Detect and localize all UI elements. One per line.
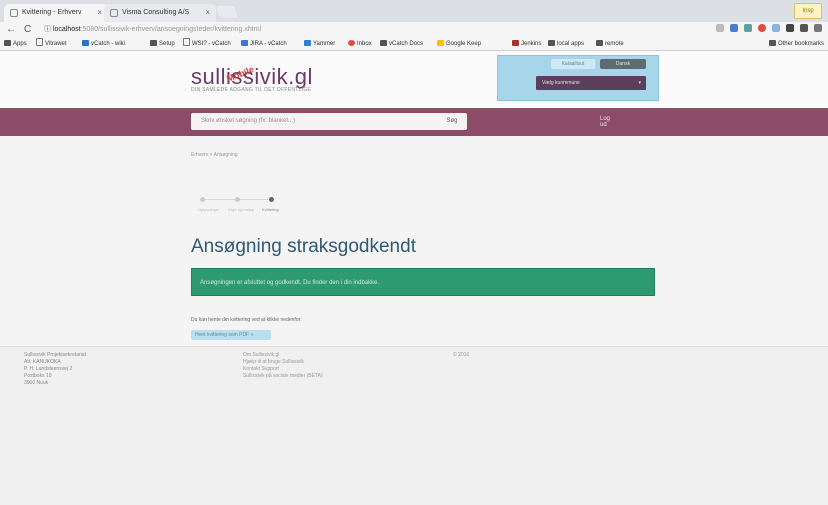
bookmark-jenkins[interactable]: Jenkins <box>512 38 541 50</box>
folder-icon <box>380 40 387 46</box>
tab-visma[interactable]: Visma Consulting A/S × <box>104 4 216 22</box>
extension-icon[interactable] <box>758 24 766 32</box>
tab-title: Kvittering - Erhverv <box>22 9 82 16</box>
search-input[interactable]: Skriv ønsket søgning (fx: blanket...) <box>191 113 467 130</box>
notice-badge[interactable]: Insp <box>794 3 822 19</box>
footer-line: © 2016 <box>453 352 470 358</box>
tab-kvittering[interactable]: Kvittering - Erhverv × <box>4 4 108 22</box>
folder-icon <box>150 40 157 46</box>
bookmark-vcatch-wiki[interactable]: vCatch - wiki <box>82 38 125 50</box>
download-pdf-button[interactable]: Hent kvittering som PDF » <box>191 330 271 340</box>
address-host: localhost <box>52 26 81 33</box>
extension-icon[interactable] <box>786 24 794 32</box>
inbox-icon <box>348 40 355 46</box>
footer-link[interactable]: Om Sullissivik.gl <box>243 352 323 359</box>
browser-tab-strip: Kvittering - Erhverv × Visma Consulting … <box>0 0 828 22</box>
bookmark-local-apps[interactable]: local apps <box>548 38 584 50</box>
footer-line: Sullissivik Projektsekretariat <box>24 352 86 358</box>
logout-label-2: ud <box>600 122 607 128</box>
menu-icon[interactable] <box>814 24 822 32</box>
step-label-active: Kvittering <box>262 207 279 212</box>
footer-line: P. H. Lundsteensvej 2 <box>24 366 73 372</box>
download-text: Du kan hente din kvittering ved at klikk… <box>191 317 302 323</box>
bookmark-wsi[interactable]: WSI? - vCatch <box>183 38 231 50</box>
page-icon <box>36 38 43 46</box>
bookmark-apps[interactable]: Apps <box>4 38 27 50</box>
browser-toolbar: ← C ⓘ localhost:5080/sullissivik-erhverv… <box>0 22 828 38</box>
site-tagline: DIN SAMLEDE ADGANG TIL DET OFFENTLIGE <box>191 87 312 93</box>
footer-link[interactable]: Hjælp til at bruge Sullissivik <box>243 359 323 366</box>
bookmark-yammer[interactable]: Yammer <box>304 38 335 50</box>
close-icon[interactable]: × <box>205 4 210 22</box>
bookmark-inbox[interactable]: Inbox <box>348 38 372 50</box>
step-dot-active <box>269 197 274 202</box>
page-icon <box>10 9 18 17</box>
language-dansk-button[interactable]: Dansk <box>600 59 646 69</box>
page-title: Ansøgning straksgodkendt <box>191 236 416 257</box>
bookmarks-bar: Apps Vitrawet vCatch - wiki Setup WSI? -… <box>0 38 828 51</box>
step-label: Afgiv hjemstop <box>228 207 255 212</box>
new-tab-button[interactable] <box>215 6 239 18</box>
language-panel: Kalaallisut Dansk Vælg kunmmune ▾ <box>497 55 659 101</box>
search-button[interactable]: Søg <box>437 113 467 130</box>
folder-icon <box>596 40 603 46</box>
jira-icon <box>241 40 248 46</box>
bookmark-setup[interactable]: Setup <box>150 38 175 50</box>
kommune-select-value: Vælg kunmmune <box>542 80 580 86</box>
reload-icon[interactable]: C <box>24 23 31 37</box>
step-dot <box>235 197 240 202</box>
back-icon[interactable]: ← <box>6 23 16 37</box>
keep-icon <box>437 40 444 46</box>
bookmark-remote[interactable]: remote <box>596 38 624 50</box>
bookmark-vitrawet[interactable]: Vitrawet <box>36 38 67 50</box>
tab-title: Visma Consulting A/S <box>122 9 190 16</box>
progress-stepper: Oplysninger Afgiv hjemstop Kvittering <box>198 195 318 219</box>
bookmark-jira[interactable]: JIRA - vCatch <box>241 38 287 50</box>
jenkins-icon <box>512 40 519 46</box>
language-kalaallisut-button[interactable]: Kalaallisut <box>551 59 595 69</box>
footer-line: Postboks 10 <box>24 373 52 379</box>
info-icon: ⓘ <box>44 26 53 33</box>
kommune-select[interactable]: Vælg kunmmune ▾ <box>536 76 646 90</box>
folder-icon <box>548 40 555 46</box>
extension-icons <box>716 24 822 36</box>
success-alert: Ansøgningen er afsluttet og godkendt. Du… <box>191 268 655 296</box>
site-footer <box>0 346 828 505</box>
footer-line: 3900 Nuuk <box>24 380 49 386</box>
address-bar[interactable]: ⓘ localhost:5080/sullissivik-erhverv/ans… <box>44 24 644 36</box>
address-path: :5080/sullissivik-erhverv/ansoegningsted… <box>80 26 262 33</box>
close-icon[interactable]: × <box>97 4 102 22</box>
footer-copyright: © 2016 <box>453 352 469 359</box>
footer-line: Att. KANUKOKA <box>24 359 61 365</box>
wiki-icon <box>82 40 89 46</box>
footer-link[interactable]: Kontakt Support <box>243 366 323 373</box>
chevron-down-icon: ▾ <box>638 80 641 86</box>
page-icon <box>183 38 190 46</box>
folder-icon <box>768 40 776 46</box>
page-icon <box>110 9 118 17</box>
breadcrumb[interactable]: Erhverv > Ansøgning <box>191 152 238 158</box>
extension-icon[interactable] <box>730 24 738 32</box>
step-label: Oplysninger <box>198 207 220 212</box>
extension-icon[interactable] <box>800 24 808 32</box>
step-dot <box>200 197 205 202</box>
bookmark-other[interactable]: Other bookmarks <box>768 38 824 50</box>
logout-button[interactable]: Log ud <box>600 116 620 128</box>
extension-icon[interactable] <box>744 24 752 32</box>
bookmark-vcatch-docs[interactable]: vCatch Docs <box>380 38 423 50</box>
footer-link[interactable]: Sullissivik på sociale medier (BETA) <box>243 373 323 380</box>
yammer-icon <box>304 40 311 46</box>
footer-links: Om Sullissivik.gl Hjælp til at bruge Sul… <box>243 352 323 380</box>
apps-icon <box>4 40 11 46</box>
star-icon[interactable] <box>716 24 724 32</box>
site-header <box>0 51 828 108</box>
bookmark-google-keep[interactable]: Google Keep <box>437 38 481 50</box>
footer-address: Sullissivik Projektsekretariat Att. KANU… <box>24 352 86 387</box>
extension-icon[interactable] <box>772 24 780 32</box>
